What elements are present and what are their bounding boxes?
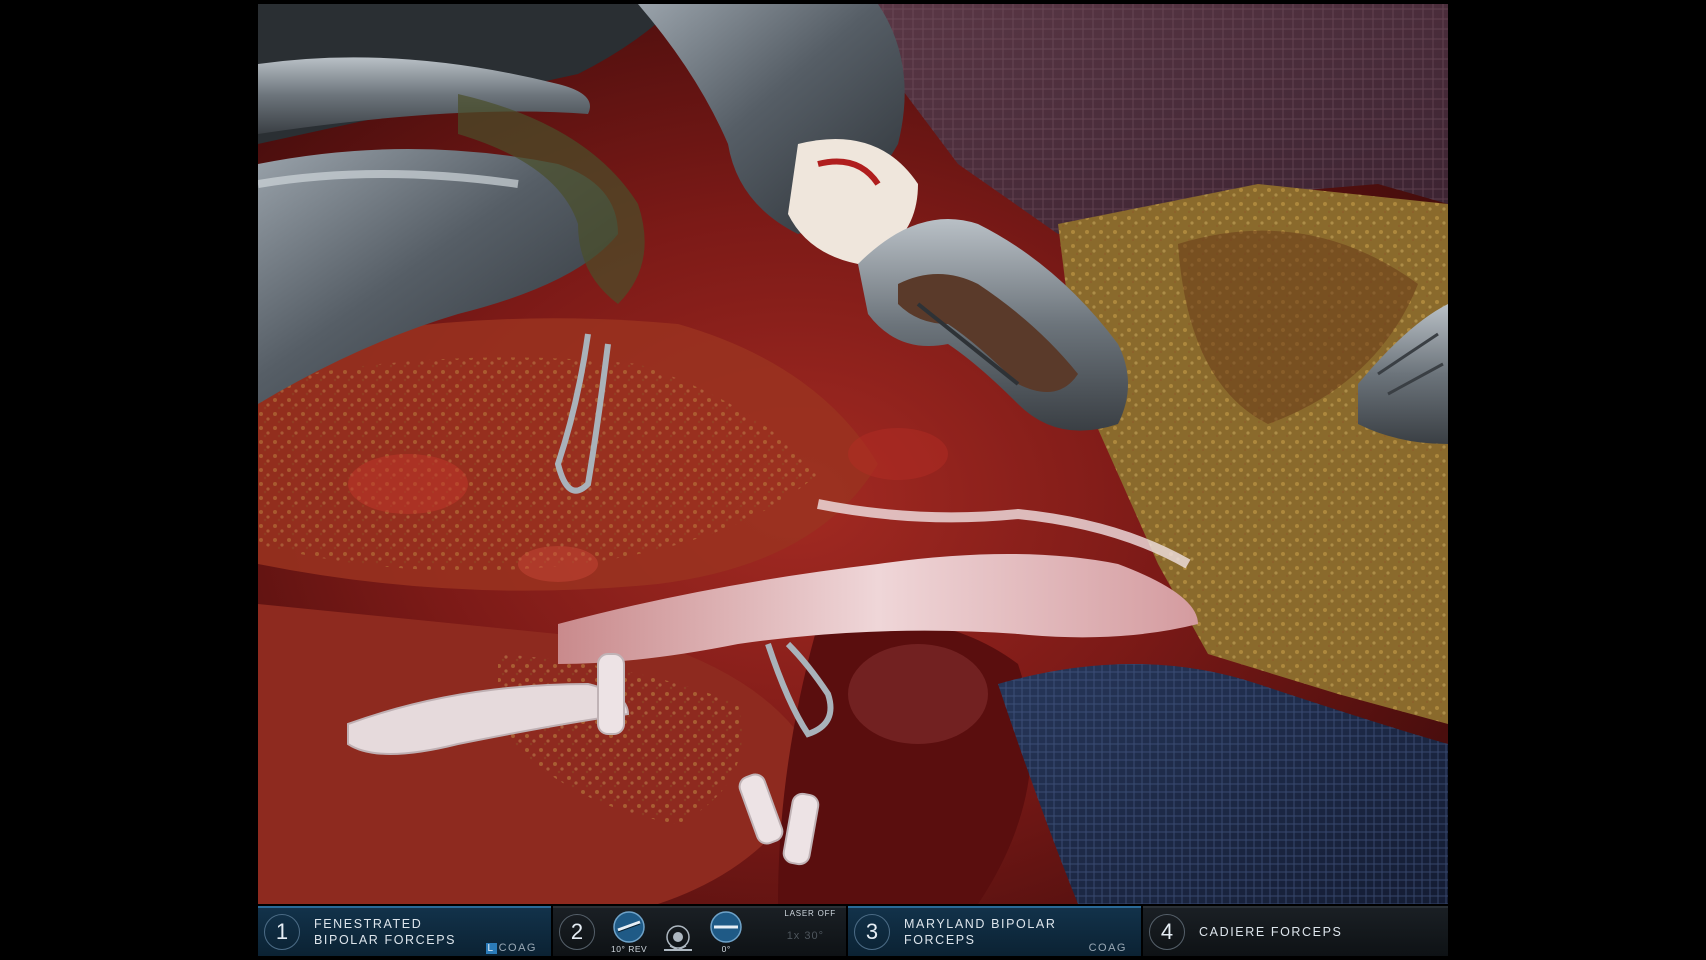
mode-text: COAG (498, 942, 537, 954)
arm-number-badge: 3 (854, 914, 890, 950)
scope-rev-label: 10° REV (611, 944, 648, 954)
scope-angle-label: 0° (721, 944, 731, 954)
instrument-panel-arm-1[interactable]: 1 FENESTRATED BIPOLAR FORCEPS L COAG (258, 906, 551, 956)
scope-item-angle[interactable]: 0° (709, 910, 743, 954)
endoscope-video-feed (258, 4, 1448, 904)
scope-angle-icon (710, 911, 742, 943)
energy-mode-label: L COAG (485, 942, 537, 954)
instrument-name: FENESTRATED BIPOLAR FORCEPS (314, 917, 457, 947)
arm-number-badge: 4 (1149, 914, 1185, 950)
instrument-status-bar: 1 FENESTRATED BIPOLAR FORCEPS L COAG 2 10… (258, 906, 1448, 956)
scope-item-rev[interactable]: 10° REV (611, 910, 647, 954)
arm-number-badge: 1 (264, 914, 300, 950)
scope-rev-icon (613, 911, 645, 943)
instrument-panel-arm-4[interactable]: 4 CADIERE FORCEPS (1143, 906, 1448, 956)
laser-status: LASER OFF (784, 909, 836, 918)
camera-orientation-icon (664, 925, 693, 951)
zoom-level: 1x 30° (786, 930, 824, 942)
scope-controls: 10° REV 0° (611, 910, 743, 954)
side-tag: L (485, 943, 497, 954)
instrument-name: CADIERE FORCEPS (1199, 925, 1343, 939)
arm-number-badge: 2 (559, 914, 595, 950)
surgical-scene-illustration (258, 4, 1448, 904)
energy-mode-label: COAG (1088, 942, 1127, 954)
surgical-console-screen: 1 FENESTRATED BIPOLAR FORCEPS L COAG 2 10… (0, 0, 1706, 960)
instrument-panel-arm-3[interactable]: 3 MARYLAND BIPOLAR FORCEPS COAG (848, 906, 1141, 956)
scope-item-orientation[interactable] (661, 920, 695, 954)
instrument-name: MARYLAND BIPOLAR FORCEPS (904, 917, 1057, 947)
instrument-panel-arm-2-scope[interactable]: 2 10° REV 0° LASER OFF 1x 30° (553, 906, 846, 956)
